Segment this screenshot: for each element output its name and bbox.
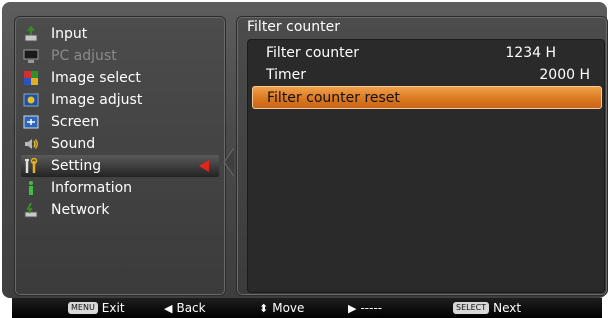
row-value: 2000 H <box>539 66 590 83</box>
list-item-filter-counter[interactable]: Filter counter 1234 H <box>252 42 600 63</box>
menu-key-icon: MENU <box>68 302 98 314</box>
input-icon <box>23 25 39 42</box>
right-arrow-icon: ▶ <box>348 301 357 315</box>
image-adjust-icon <box>23 92 39 108</box>
row-label: Filter counter <box>266 44 359 61</box>
sound-icon <box>23 136 39 152</box>
select-label: Next <box>493 301 522 315</box>
move-label: Move <box>272 301 305 315</box>
image-select-icon <box>23 70 39 86</box>
move-hint: ⬍ Move <box>259 300 304 316</box>
help-bar-inner: MENU Exit ◀ Back ⬍ Move ▶ ----- SELECT N… <box>12 298 602 318</box>
menu-item-network[interactable]: Network <box>21 199 219 221</box>
next-hint: ▶ ----- <box>348 300 382 316</box>
menu-item-label: Screen <box>51 114 100 130</box>
next-label: ----- <box>360 301 383 315</box>
osd-window: Input PC adjust Image select Image adjus… <box>2 2 608 298</box>
exit-label: Exit <box>101 301 125 315</box>
menu-item-information[interactable]: Information <box>21 177 219 199</box>
left-arrow-icon: ◀ <box>164 301 173 315</box>
select-key-icon: SELECT <box>453 302 490 314</box>
back-label: Back <box>176 301 206 315</box>
menu-item-image-select[interactable]: Image select <box>21 67 219 89</box>
list-item-timer[interactable]: Timer 2000 H <box>252 64 600 85</box>
screen-icon <box>23 114 39 130</box>
information-icon <box>23 180 39 196</box>
setting-icon <box>23 157 39 174</box>
menu-item-label: Setting <box>51 158 102 174</box>
row-value: 1234 H <box>505 44 556 61</box>
menu-item-pc-adjust[interactable]: PC adjust <box>21 45 219 67</box>
menu-item-label: Image select <box>51 70 141 86</box>
menu-item-setting[interactable]: Setting <box>21 155 219 177</box>
row-label: Timer <box>266 66 307 83</box>
menu-item-label: Sound <box>51 136 96 152</box>
row-label: Filter counter reset <box>267 89 400 106</box>
menu-item-image-adjust[interactable]: Image adjust <box>21 89 219 111</box>
menu-item-sound[interactable]: Sound <box>21 133 219 155</box>
menu-item-label: Information <box>51 180 133 196</box>
main-menu-panel: Input PC adjust Image select Image adjus… <box>14 16 226 296</box>
list-item-filter-counter-reset[interactable]: Filter counter reset <box>252 86 602 109</box>
menu-item-input[interactable]: Input <box>21 23 219 45</box>
up-down-arrow-icon: ⬍ <box>259 301 269 315</box>
back-hint: ◀ Back <box>164 300 206 316</box>
submenu-panel: Filter counter Filter counter 1234 H Tim… <box>236 16 608 296</box>
select-hint: SELECT Next <box>453 300 521 316</box>
osd-frame: Input PC adjust Image select Image adjus… <box>0 0 609 318</box>
menu-item-screen[interactable]: Screen <box>21 111 219 133</box>
menu-item-label: Input <box>51 26 88 42</box>
help-bar: MENU Exit ◀ Back ⬍ Move ▶ ----- SELECT N… <box>0 298 609 318</box>
menu-item-label: PC adjust <box>51 48 117 64</box>
submenu-list: Filter counter 1234 H Timer 2000 H Filte… <box>247 39 605 293</box>
menu-item-label: Image adjust <box>51 92 143 108</box>
submenu-title: Filter counter <box>247 19 340 35</box>
menu-item-label: Network <box>51 202 110 218</box>
exit-hint: MENU Exit <box>68 300 125 316</box>
pc-adjust-icon <box>23 48 39 64</box>
selection-arrow-icon <box>199 160 209 172</box>
panel-pointer-icon <box>223 148 234 176</box>
network-icon <box>23 202 39 218</box>
